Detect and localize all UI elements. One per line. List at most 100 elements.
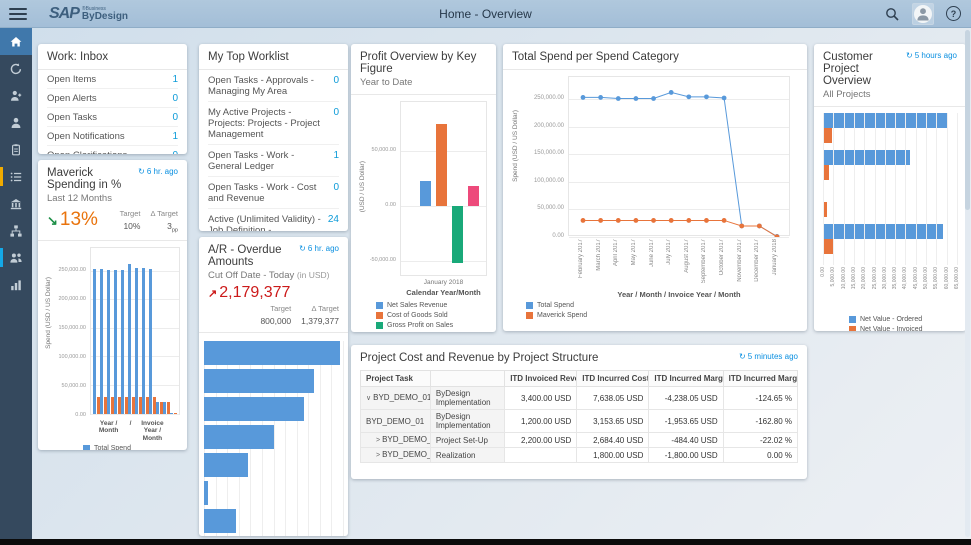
bar-total-spend[interactable] [121,270,124,414]
point-maverick-spend[interactable] [581,218,586,223]
refresh-badge[interactable]: ↻ 6 hr. ago [299,244,339,253]
point-maverick-spend[interactable] [598,218,603,223]
help-icon[interactable]: ? [946,6,961,21]
bar-net-value-invoiced[interactable] [823,239,834,254]
bar-total-spend[interactable] [135,268,138,413]
bar-total-spend[interactable] [107,270,110,414]
user-avatar[interactable] [912,3,934,25]
chevron-collapsed-icon[interactable]: > [376,437,380,444]
sidebar-item-worklist[interactable] [0,163,32,190]
bar-gross-profit-on-sales[interactable] [452,206,463,263]
list-item[interactable]: My Active Projects - Projects: Projects … [208,102,339,145]
point-total-spend[interactable] [598,95,603,100]
list-item[interactable]: Open Tasks - Work - General Ledger1 [208,145,339,177]
sidebar-item-company[interactable] [0,190,32,217]
list-item[interactable]: Open Tasks - Work - Cost and Revenue0 [208,177,339,209]
menu-icon[interactable] [9,8,27,20]
column-header[interactable]: ITD Incurred Margin % ● [723,371,797,387]
point-total-spend[interactable] [581,95,586,100]
sidebar-item-user-settings[interactable] [0,82,32,109]
list-item[interactable]: Open Clarifications0 [47,146,178,154]
card-title[interactable]: Total Spend per Spend Category [512,51,679,63]
sidebar-item-org-chart[interactable] [0,217,32,244]
list-item[interactable]: Active (Unlimited Validity) - Job Defini… [208,209,339,231]
point-maverick-spend[interactable] [722,218,727,223]
column-header[interactable]: ITD Incurred Margin ● [649,371,723,387]
bar-total-spend[interactable] [142,268,145,413]
bar-cost-of-goods-sold[interactable] [436,124,447,206]
sidebar-item-home[interactable] [0,28,32,55]
overdue-bar[interactable] [204,425,274,449]
list-item[interactable]: Open Tasks - Approvals - Managing My Are… [208,70,339,102]
overdue-bar[interactable] [204,509,236,533]
point-maverick-spend[interactable] [739,224,744,229]
overdue-bar[interactable] [204,369,314,393]
bar-income-from-operations[interactable] [468,186,479,206]
refresh-badge[interactable]: ↻ 5 hours ago [906,51,957,60]
bar-total-spend[interactable] [170,413,173,414]
list-item[interactable]: Open Alerts0 [47,89,178,108]
point-total-spend[interactable] [722,96,727,101]
point-maverick-spend[interactable] [634,218,639,223]
sidebar-item-history[interactable] [0,55,32,82]
bar-net-value-ordered[interactable] [823,224,943,239]
column-header[interactable]: ITD Invoiced Revenue ● [505,371,577,387]
list-item[interactable]: Open Tasks0 [47,108,178,127]
scrollbar-thumb[interactable] [965,30,970,210]
column-header-project-task[interactable]: Project Task [361,371,431,387]
point-total-spend[interactable] [634,96,639,101]
point-maverick-spend[interactable] [704,218,709,223]
bar-total-spend[interactable] [149,269,152,413]
sidebar-item-clipboard[interactable] [0,136,32,163]
point-maverick-spend[interactable] [669,218,674,223]
table-row[interactable]: BYD_DEMO_01ByDesign Implementation1,200.… [361,410,798,433]
card-title[interactable]: A/R - Overdue Amounts [208,244,299,268]
point-maverick-spend[interactable] [651,218,656,223]
list-item[interactable]: Open Items1 [47,70,178,89]
bar-net-value-invoiced[interactable] [823,128,832,143]
chevron-collapsed-icon[interactable]: > [376,452,380,459]
point-total-spend[interactable] [651,96,656,101]
column-header[interactable]: ITD Incurred Cost ● [577,371,649,387]
chevron-expanded-icon[interactable]: ∨ [366,395,371,402]
project-task-id-cell[interactable]: BYD_DEMO_01 [361,410,431,433]
bar-total-spend[interactable] [93,269,96,414]
bar-total-spend[interactable] [100,269,103,414]
bar-total-spend[interactable] [163,402,166,413]
point-total-spend[interactable] [616,96,621,101]
sidebar-item-business-partner[interactable] [0,109,32,136]
point-maverick-spend[interactable] [686,218,691,223]
column-header[interactable] [430,371,504,387]
card-title[interactable]: Profit Overview by Key Figure [360,51,487,75]
list-item[interactable]: Open Notifications1 [47,127,178,146]
card-title[interactable]: Maverick Spending in % [47,167,138,191]
overdue-bar[interactable] [204,397,304,421]
scrollbar[interactable] [965,30,970,537]
bar-net-value-ordered[interactable] [823,150,910,165]
project-task-id-cell[interactable]: ∨BYD_DEMO_01 [361,387,431,410]
overdue-bar[interactable] [204,453,248,477]
card-title[interactable]: Work: Inbox [38,51,187,70]
point-total-spend[interactable] [669,90,674,95]
point-maverick-spend[interactable] [757,224,762,229]
refresh-badge[interactable]: ↻ 5 minutes ago [739,352,798,361]
bar-total-spend[interactable] [156,402,159,413]
card-title[interactable]: Customer Project Overview [823,51,906,87]
sidebar-item-people[interactable] [0,244,32,271]
card-title[interactable]: Project Cost and Revenue by Project Stru… [360,352,598,364]
point-total-spend[interactable] [704,94,709,99]
bar-net-sales-revenue[interactable] [420,181,431,206]
sidebar-item-analytics[interactable] [0,271,32,298]
project-task-id-cell[interactable]: >BYD_DEMO_01_3000 [361,448,431,463]
card-title[interactable]: My Top Worklist [199,51,348,70]
point-maverick-spend[interactable] [616,218,621,223]
bar-total-spend[interactable] [128,264,131,414]
overdue-bar[interactable] [204,341,340,365]
overdue-bar[interactable] [204,481,208,505]
point-total-spend[interactable] [686,94,691,99]
table-row[interactable]: >BYD_DEMO_01_3000Realization1,800.00 USD… [361,448,798,463]
refresh-badge[interactable]: ↻ 6 hr. ago [138,167,178,176]
table-row[interactable]: ∨BYD_DEMO_01ByDesign Implementation3,400… [361,387,798,410]
search-icon[interactable] [884,6,900,22]
project-task-id-cell[interactable]: >BYD_DEMO_01_1000 [361,433,431,448]
